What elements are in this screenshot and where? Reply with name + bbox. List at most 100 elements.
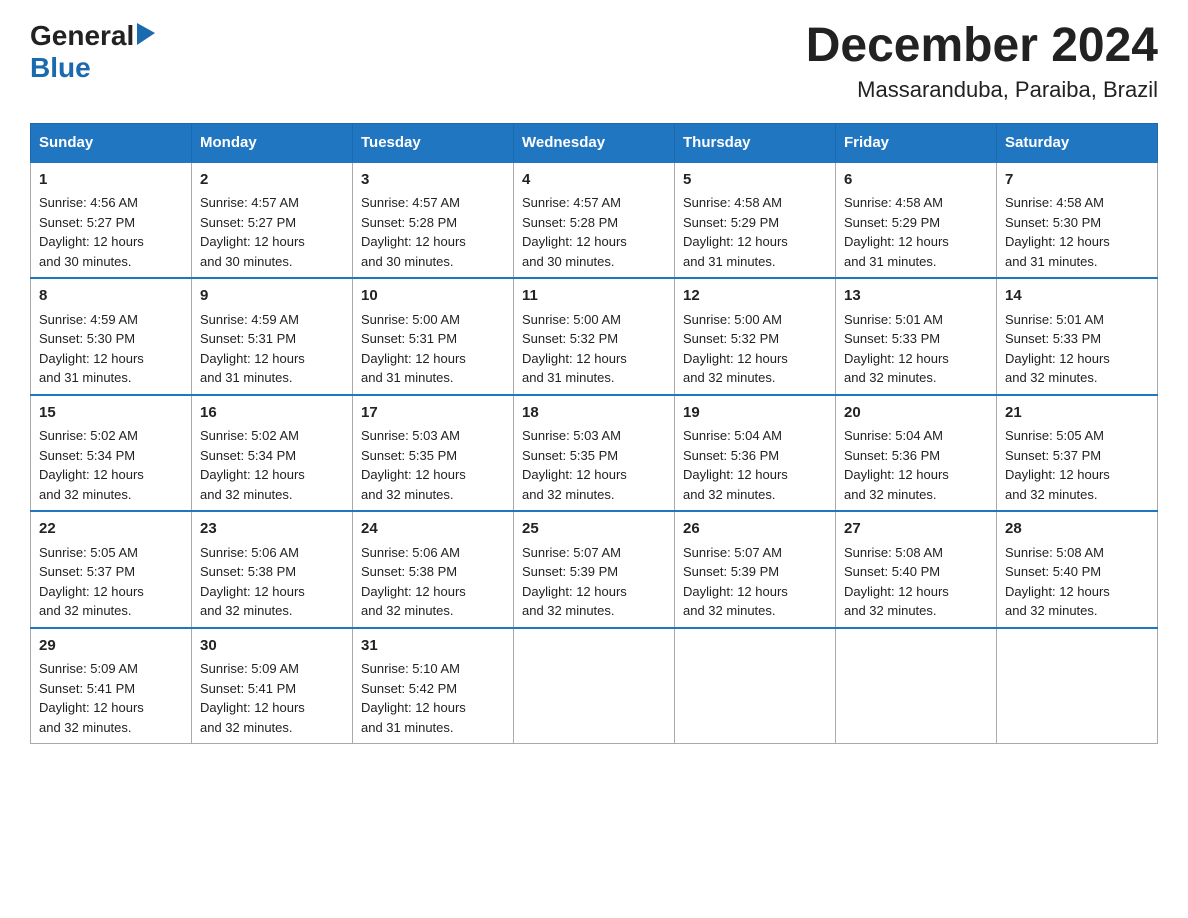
- day-info: Sunrise: 4:57 AM Sunset: 5:28 PM Dayligh…: [361, 193, 505, 271]
- daylight-label: Daylight: 12 hours: [522, 467, 627, 482]
- sunset-label: Sunset: 5:35 PM: [361, 448, 457, 463]
- day-info: Sunrise: 4:58 AM Sunset: 5:29 PM Dayligh…: [683, 193, 827, 271]
- sunset-label: Sunset: 5:39 PM: [683, 564, 779, 579]
- daylight-minutes: and 31 minutes.: [1005, 254, 1098, 269]
- day-info: Sunrise: 4:58 AM Sunset: 5:30 PM Dayligh…: [1005, 193, 1149, 271]
- day-number: 9: [200, 285, 344, 308]
- page-subtitle: Massaranduba, Paraiba, Brazil: [806, 77, 1158, 103]
- day-number: 2: [200, 169, 344, 192]
- header-monday: Monday: [192, 123, 353, 162]
- calendar-header-row: Sunday Monday Tuesday Wednesday Thursday…: [31, 123, 1158, 162]
- daylight-label: Daylight: 12 hours: [683, 467, 788, 482]
- daylight-label: Daylight: 12 hours: [361, 584, 466, 599]
- day-number: 10: [361, 285, 505, 308]
- daylight-label: Daylight: 12 hours: [361, 234, 466, 249]
- day-info: Sunrise: 5:00 AM Sunset: 5:31 PM Dayligh…: [361, 310, 505, 388]
- sunrise-label: Sunrise: 5:00 AM: [683, 312, 782, 327]
- day-number: 18: [522, 402, 666, 425]
- sunrise-label: Sunrise: 5:06 AM: [361, 545, 460, 560]
- sunset-label: Sunset: 5:33 PM: [1005, 331, 1101, 346]
- daylight-label: Daylight: 12 hours: [1005, 234, 1110, 249]
- calendar-week-row: 1 Sunrise: 4:56 AM Sunset: 5:27 PM Dayli…: [31, 162, 1158, 279]
- daylight-label: Daylight: 12 hours: [361, 351, 466, 366]
- page-header: General Blue December 2024 Massaranduba,…: [30, 20, 1158, 103]
- sunrise-label: Sunrise: 5:01 AM: [844, 312, 943, 327]
- table-row: 23 Sunrise: 5:06 AM Sunset: 5:38 PM Dayl…: [192, 511, 353, 628]
- sunrise-label: Sunrise: 5:02 AM: [200, 428, 299, 443]
- sunrise-label: Sunrise: 5:03 AM: [522, 428, 621, 443]
- table-row: 8 Sunrise: 4:59 AM Sunset: 5:30 PM Dayli…: [31, 278, 192, 395]
- daylight-minutes: and 32 minutes.: [1005, 487, 1098, 502]
- sunrise-label: Sunrise: 4:56 AM: [39, 195, 138, 210]
- daylight-minutes: and 32 minutes.: [39, 720, 132, 735]
- sunset-label: Sunset: 5:34 PM: [200, 448, 296, 463]
- sunset-label: Sunset: 5:41 PM: [200, 681, 296, 696]
- header-tuesday: Tuesday: [353, 123, 514, 162]
- table-row: 12 Sunrise: 5:00 AM Sunset: 5:32 PM Dayl…: [675, 278, 836, 395]
- daylight-minutes: and 32 minutes.: [200, 487, 293, 502]
- sunset-label: Sunset: 5:38 PM: [361, 564, 457, 579]
- day-info: Sunrise: 4:57 AM Sunset: 5:27 PM Dayligh…: [200, 193, 344, 271]
- table-row: 19 Sunrise: 5:04 AM Sunset: 5:36 PM Dayl…: [675, 395, 836, 512]
- day-info: Sunrise: 5:03 AM Sunset: 5:35 PM Dayligh…: [522, 426, 666, 504]
- calendar-week-row: 8 Sunrise: 4:59 AM Sunset: 5:30 PM Dayli…: [31, 278, 1158, 395]
- daylight-label: Daylight: 12 hours: [200, 234, 305, 249]
- table-row: 14 Sunrise: 5:01 AM Sunset: 5:33 PM Dayl…: [997, 278, 1158, 395]
- sunrise-label: Sunrise: 4:59 AM: [39, 312, 138, 327]
- sunrise-label: Sunrise: 5:08 AM: [844, 545, 943, 560]
- header-wednesday: Wednesday: [514, 123, 675, 162]
- daylight-minutes: and 32 minutes.: [361, 603, 454, 618]
- table-row: 13 Sunrise: 5:01 AM Sunset: 5:33 PM Dayl…: [836, 278, 997, 395]
- day-info: Sunrise: 5:00 AM Sunset: 5:32 PM Dayligh…: [683, 310, 827, 388]
- table-row: [836, 628, 997, 744]
- day-info: Sunrise: 5:00 AM Sunset: 5:32 PM Dayligh…: [522, 310, 666, 388]
- sunrise-label: Sunrise: 5:04 AM: [844, 428, 943, 443]
- day-number: 16: [200, 402, 344, 425]
- daylight-minutes: and 32 minutes.: [1005, 370, 1098, 385]
- table-row: 4 Sunrise: 4:57 AM Sunset: 5:28 PM Dayli…: [514, 162, 675, 279]
- table-row: 28 Sunrise: 5:08 AM Sunset: 5:40 PM Dayl…: [997, 511, 1158, 628]
- table-row: 5 Sunrise: 4:58 AM Sunset: 5:29 PM Dayli…: [675, 162, 836, 279]
- sunset-label: Sunset: 5:37 PM: [1005, 448, 1101, 463]
- sunrise-label: Sunrise: 5:07 AM: [683, 545, 782, 560]
- table-row: 26 Sunrise: 5:07 AM Sunset: 5:39 PM Dayl…: [675, 511, 836, 628]
- table-row: 9 Sunrise: 4:59 AM Sunset: 5:31 PM Dayli…: [192, 278, 353, 395]
- daylight-label: Daylight: 12 hours: [844, 584, 949, 599]
- daylight-minutes: and 31 minutes.: [200, 370, 293, 385]
- calendar-week-row: 15 Sunrise: 5:02 AM Sunset: 5:34 PM Dayl…: [31, 395, 1158, 512]
- day-number: 25: [522, 518, 666, 541]
- daylight-minutes: and 32 minutes.: [844, 370, 937, 385]
- table-row: 29 Sunrise: 5:09 AM Sunset: 5:41 PM Dayl…: [31, 628, 192, 744]
- day-number: 4: [522, 169, 666, 192]
- day-info: Sunrise: 5:02 AM Sunset: 5:34 PM Dayligh…: [39, 426, 183, 504]
- sunset-label: Sunset: 5:27 PM: [39, 215, 135, 230]
- daylight-label: Daylight: 12 hours: [39, 584, 144, 599]
- table-row: 6 Sunrise: 4:58 AM Sunset: 5:29 PM Dayli…: [836, 162, 997, 279]
- sunrise-label: Sunrise: 5:00 AM: [361, 312, 460, 327]
- daylight-minutes: and 31 minutes.: [39, 370, 132, 385]
- day-info: Sunrise: 4:59 AM Sunset: 5:30 PM Dayligh…: [39, 310, 183, 388]
- daylight-minutes: and 32 minutes.: [361, 487, 454, 502]
- daylight-label: Daylight: 12 hours: [522, 584, 627, 599]
- sunset-label: Sunset: 5:27 PM: [200, 215, 296, 230]
- daylight-label: Daylight: 12 hours: [522, 234, 627, 249]
- day-number: 17: [361, 402, 505, 425]
- header-friday: Friday: [836, 123, 997, 162]
- sunset-label: Sunset: 5:32 PM: [683, 331, 779, 346]
- page-title: December 2024: [806, 20, 1158, 73]
- sunset-label: Sunset: 5:29 PM: [683, 215, 779, 230]
- day-number: 11: [522, 285, 666, 308]
- daylight-label: Daylight: 12 hours: [39, 700, 144, 715]
- sunrise-label: Sunrise: 5:02 AM: [39, 428, 138, 443]
- calendar-week-row: 22 Sunrise: 5:05 AM Sunset: 5:37 PM Dayl…: [31, 511, 1158, 628]
- daylight-label: Daylight: 12 hours: [522, 351, 627, 366]
- day-info: Sunrise: 5:07 AM Sunset: 5:39 PM Dayligh…: [522, 543, 666, 621]
- table-row: 21 Sunrise: 5:05 AM Sunset: 5:37 PM Dayl…: [997, 395, 1158, 512]
- day-number: 30: [200, 635, 344, 658]
- sunset-label: Sunset: 5:32 PM: [522, 331, 618, 346]
- logo-arrow-icon: [137, 23, 155, 50]
- daylight-label: Daylight: 12 hours: [1005, 351, 1110, 366]
- day-info: Sunrise: 5:08 AM Sunset: 5:40 PM Dayligh…: [844, 543, 988, 621]
- table-row: 11 Sunrise: 5:00 AM Sunset: 5:32 PM Dayl…: [514, 278, 675, 395]
- daylight-label: Daylight: 12 hours: [1005, 467, 1110, 482]
